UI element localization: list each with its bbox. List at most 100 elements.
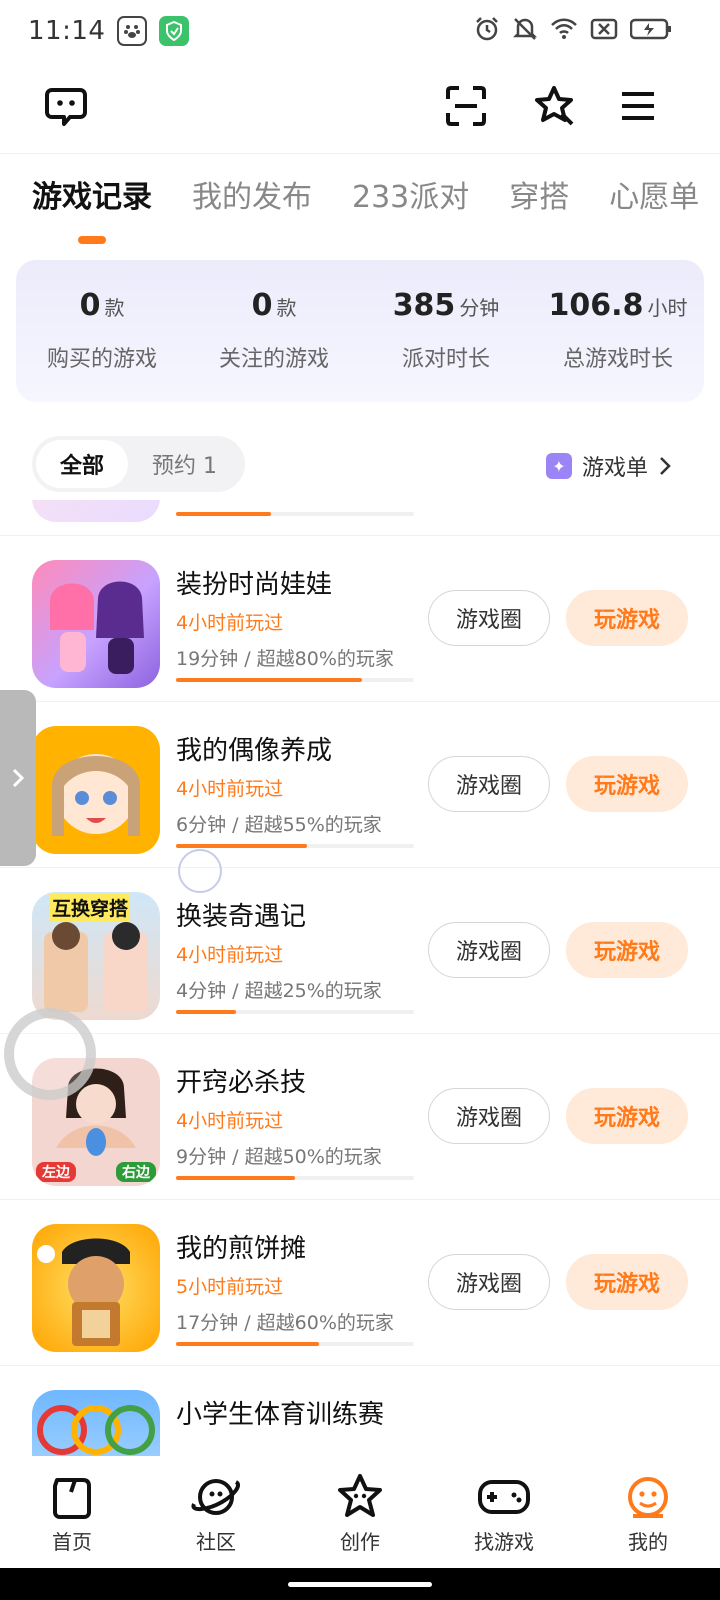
bottom-nav: 首页 社区 创作 找游戏 我的 xyxy=(0,1456,720,1568)
list-item[interactable]: 我的偶像养成 4小时前玩过 6分钟 / 超越55%的玩家 游戏圈 玩游戏 xyxy=(0,702,720,868)
message-icon[interactable] xyxy=(42,82,90,130)
stat-value: 385 xyxy=(392,288,456,323)
tab-outfits[interactable]: 穿搭 xyxy=(509,172,569,226)
game-title: 小学生体育训练赛 xyxy=(176,1400,385,1430)
sim-off-icon xyxy=(590,18,618,40)
stat-party-time[interactable]: 385 分钟 派对时长 xyxy=(360,260,532,402)
nav-community[interactable]: 社区 xyxy=(144,1456,288,1568)
menu-icon[interactable] xyxy=(614,82,662,130)
stat-label: 关注的游戏 xyxy=(218,347,329,372)
touch-indicator xyxy=(178,849,222,893)
stat-value: 0 xyxy=(79,288,101,323)
stat-label: 派对时长 xyxy=(401,347,490,372)
play-progress-bar xyxy=(176,1010,414,1014)
game-title: 开窍必杀技 xyxy=(176,1068,307,1098)
play-stat: 19分钟 / 超越80%的玩家 xyxy=(176,648,394,670)
game-list-label: 游戏单 xyxy=(581,456,648,481)
game-thumbnail xyxy=(32,1224,160,1352)
play-progress-bar xyxy=(176,512,414,516)
play-game-button[interactable]: 玩游戏 xyxy=(566,922,688,978)
mute-bell-icon xyxy=(512,18,538,40)
game-title: 我的煎饼摊 xyxy=(176,1234,307,1264)
play-game-button[interactable]: 玩游戏 xyxy=(566,590,688,646)
game-circle-button[interactable]: 游戏圈 xyxy=(428,756,550,812)
play-progress-bar xyxy=(176,1176,414,1180)
play-progress-bar xyxy=(176,844,414,848)
tab-wishlist[interactable]: 心愿单 xyxy=(609,172,699,226)
last-played: 4小时前玩过 xyxy=(176,944,284,966)
last-played: 5小时前玩过 xyxy=(176,1276,284,1298)
home-indicator[interactable] xyxy=(288,1582,432,1587)
game-circle-button[interactable]: 游戏圈 xyxy=(428,922,550,978)
home-icon xyxy=(53,1478,91,1519)
play-game-button[interactable]: 玩游戏 xyxy=(566,1254,688,1310)
stat-unit: 分钟 xyxy=(459,296,500,320)
last-played: 4小时前玩过 xyxy=(176,612,284,634)
stat-unit: 款 xyxy=(276,296,297,320)
list-item[interactable]: 装扮时尚娃娃 4小时前玩过 19分钟 / 超越80%的玩家 游戏圈 玩游戏 xyxy=(0,536,720,702)
game-thumbnail xyxy=(32,500,160,522)
stat-label: 购买的游戏 xyxy=(46,347,157,372)
top-bar xyxy=(0,62,720,154)
list-item[interactable]: 我的煎饼摊 5小时前玩过 17分钟 / 超越60%的玩家 游戏圈 玩游戏 xyxy=(0,1200,720,1366)
game-record-list: 装扮时尚娃娃 4小时前玩过 19分钟 / 超越80%的玩家 游戏圈 玩游戏 我的… xyxy=(0,500,720,1456)
profile-icon xyxy=(628,1477,668,1518)
stat-label: 总游戏时长 xyxy=(562,347,673,372)
stat-purchased-games[interactable]: 0款 购买的游戏 xyxy=(16,260,188,402)
status-bar: 11:14 xyxy=(0,0,720,62)
nav-label: 首页 xyxy=(52,1530,92,1554)
star-icon xyxy=(338,1474,382,1517)
play-stat: 9分钟 / 超越50%的玩家 xyxy=(176,1146,382,1168)
chevron-right-icon xyxy=(660,457,671,475)
filter-all-chip[interactable]: 全部 xyxy=(36,440,129,488)
nav-label: 创作 xyxy=(340,1530,380,1554)
nav-label: 社区 xyxy=(196,1530,236,1554)
game-circle-button[interactable]: 游戏圈 xyxy=(428,590,550,646)
stat-unit: 款 xyxy=(104,296,125,320)
list-item[interactable]: 左边 右边 开窍必杀技 4小时前玩过 9分钟 / 超越50%的玩家 游戏圈 玩游… xyxy=(0,1034,720,1200)
planet-icon xyxy=(191,1479,240,1515)
game-thumbnail xyxy=(32,726,160,854)
nav-find-games[interactable]: 找游戏 xyxy=(432,1456,576,1568)
game-title: 装扮时尚娃娃 xyxy=(176,570,333,600)
profile-tabs: 游戏记录 我的发布 233派对 穿搭 心愿单 xyxy=(32,172,720,242)
list-item[interactable]: 互换穿搭 换装奇遇记 4小时前玩过 4分钟 / 超越25%的玩家 游戏圈 玩游戏 xyxy=(0,868,720,1034)
nav-label: 我的 xyxy=(628,1530,668,1554)
filter-reserved-chip[interactable]: 预约 1 xyxy=(128,440,241,488)
star-badge-icon[interactable] xyxy=(530,82,578,130)
game-list-link[interactable]: ✦ 游戏单 xyxy=(545,450,672,482)
nav-create[interactable]: 创作 xyxy=(288,1456,432,1568)
stat-followed-games[interactable]: 0款 关注的游戏 xyxy=(188,260,360,402)
game-circle-button[interactable]: 游戏圈 xyxy=(428,1088,550,1144)
side-drawer-handle[interactable] xyxy=(0,690,36,866)
floating-assistive-ball[interactable] xyxy=(4,1008,96,1100)
stat-unit: 小时 xyxy=(647,296,688,320)
stat-total-play-time[interactable]: 106.8 小时 总游戏时长 xyxy=(532,260,704,402)
game-circle-button[interactable]: 游戏圈 xyxy=(428,1254,550,1310)
game-thumbnail: 互换穿搭 xyxy=(32,892,160,1020)
play-game-button[interactable]: 玩游戏 xyxy=(566,1088,688,1144)
tab-game-records[interactable]: 游戏记录 xyxy=(32,172,152,226)
last-played: 4小时前玩过 xyxy=(176,778,284,800)
play-game-button[interactable]: 玩游戏 xyxy=(566,756,688,812)
scan-icon[interactable] xyxy=(442,82,490,130)
last-played: 4小时前玩过 xyxy=(176,1110,284,1132)
stats-card: 0款 购买的游戏 0款 关注的游戏 385 分钟 派对时长 106.8 小时 总游戏… xyxy=(16,260,704,402)
shield-app-icon xyxy=(159,16,190,46)
nav-home[interactable]: 首页 xyxy=(0,1456,144,1568)
tab-233-party[interactable]: 233派对 xyxy=(352,172,469,226)
thumb-caption: 互换穿搭 xyxy=(50,894,131,921)
thumb-right-label: 右边 xyxy=(116,1162,156,1182)
stat-value: 106.8 xyxy=(548,288,644,323)
filter-toggle: 全部 预约 1 xyxy=(32,436,246,492)
game-title: 换装奇遇记 xyxy=(176,902,307,932)
status-time: 11:14 xyxy=(28,16,106,46)
list-item[interactable] xyxy=(0,500,720,536)
play-stat: 6分钟 / 超越55%的玩家 xyxy=(176,814,382,836)
nav-me[interactable]: 我的 xyxy=(576,1456,720,1568)
play-progress-bar xyxy=(176,1342,414,1346)
list-item[interactable]: 小学生体育训练赛 xyxy=(0,1366,720,1456)
stat-value: 0 xyxy=(251,288,273,323)
play-progress-bar xyxy=(176,678,414,682)
tab-my-posts[interactable]: 我的发布 xyxy=(192,172,312,226)
